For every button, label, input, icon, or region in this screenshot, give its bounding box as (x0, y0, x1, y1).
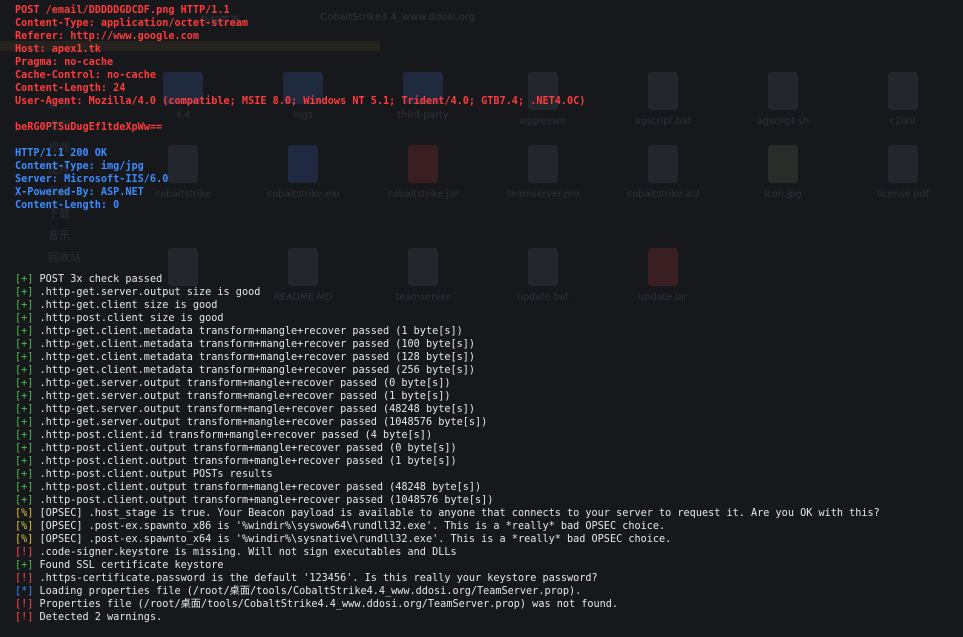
status-tag: [+] (15, 352, 34, 363)
status-tag: [+] (15, 456, 34, 467)
result-text: [OPSEC] .post-ex.spawnto_x86 is '%windir… (33, 521, 666, 532)
check-result-line: [+] .http-get.client.metadata transform+… (15, 364, 475, 377)
check-result-line: [+] .http-post.client.id transform+mangl… (15, 429, 432, 442)
status-tag: [+] (15, 560, 34, 571)
result-text: Properties file (/root/桌面/tools/CobaltSt… (33, 599, 619, 610)
result-text: .http-get.server.output transform+mangle… (33, 404, 476, 415)
status-tag: [+] (15, 313, 34, 324)
http-response-line: Content-Length: 0 (15, 200, 120, 211)
result-text: .http-get.server.output transform+mangle… (33, 378, 451, 389)
http-request-line: POST /email/DDDDDGDCDF.png HTTP/1.1 (15, 5, 230, 16)
check-result-line: [+] .http-get.server.output transform+ma… (15, 390, 450, 403)
status-tag: [+] (15, 274, 34, 285)
result-text: Found SSL certificate keystore (33, 560, 224, 571)
result-text: .http-get.client.metadata transform+mang… (33, 326, 463, 337)
http-response-line: Server: Microsoft-IIS/6.0 (15, 174, 169, 185)
status-tag: [!] (15, 573, 34, 584)
status-tag: [!] (15, 612, 34, 623)
result-text: Loading properties file (/root/桌面/tools/… (33, 586, 582, 597)
result-text: .http-get.client.metadata transform+mang… (33, 352, 476, 363)
status-tag: [+] (15, 339, 34, 350)
result-text: .http-get.client size is good (33, 300, 218, 311)
status-tag: [*] (15, 586, 34, 597)
http-request-line: Content-Type: application/octet-stream (15, 18, 249, 29)
check-result-line: [+] .http-post.client.output transform+m… (15, 481, 481, 494)
status-tag: [+] (15, 417, 34, 428)
check-result-line: [+] .http-post.client.output POSTs resul… (15, 468, 273, 481)
status-tag: [+] (15, 482, 34, 493)
status-tag: [!] (15, 547, 34, 558)
status-tag: [+] (15, 469, 34, 480)
http-response-line: Content-Type: img/jpg (15, 161, 144, 172)
result-text: .code-signer.keystore is missing. Will n… (33, 547, 457, 558)
result-text: .http-get.server.output transform+mangle… (33, 417, 488, 428)
check-result-line: [%] [OPSEC] .host_stage is true. Your Be… (15, 507, 880, 520)
check-result-line: [+] .http-get.server.output size is good (15, 286, 260, 299)
status-tag: [+] (15, 365, 34, 376)
check-result-line: [!] Detected 2 warnings. (15, 611, 162, 624)
result-text: .http-post.client size is good (33, 313, 224, 324)
status-tag: [+] (15, 326, 34, 337)
check-result-line: [*] Loading properties file (/root/桌面/to… (15, 585, 581, 598)
result-text: .http-post.client.output transform+mangl… (33, 482, 482, 493)
http-response-line: HTTP/1.1 200 OK (15, 148, 108, 159)
status-tag: [%] (15, 508, 34, 519)
check-result-line: [+] .http-get.server.output transform+ma… (15, 377, 450, 390)
result-text: Detected 2 warnings. (33, 612, 163, 623)
check-result-line: [!] .code-signer.keystore is missing. Wi… (15, 546, 457, 559)
status-tag: [+] (15, 300, 34, 311)
result-text: .http-post.client.id transform+mangle+re… (33, 430, 433, 441)
result-text: .http-post.client.output transform+mangl… (33, 443, 457, 454)
result-text: [OPSEC] .host_stage is true. Your Beacon… (33, 508, 880, 519)
http-request-line: Content-Length: 24 (15, 83, 126, 94)
http-request-body: beRG0PTSuDugEf1tdeXpWw== (15, 122, 163, 133)
check-result-line: [!] Properties file (/root/桌面/tools/Coba… (15, 598, 618, 611)
check-result-line: [+] Found SSL certificate keystore (15, 559, 224, 572)
result-text: [OPSEC] .post-ex.spawnto_x64 is '%windir… (33, 534, 672, 545)
check-result-line: [+] .http-post.client size is good (15, 312, 224, 325)
check-result-line: [%] [OPSEC] .post-ex.spawnto_x64 is '%wi… (15, 533, 671, 546)
http-request-line: Referer: http://www.google.com (15, 31, 200, 42)
result-text: .http-post.client.output transform+mangl… (33, 456, 457, 467)
result-text: .http-get.client.metadata transform+mang… (33, 365, 476, 376)
http-request-line: Pragma: no-cache (15, 57, 114, 68)
status-tag: [+] (15, 443, 34, 454)
check-result-line: [+] .http-get.client.metadata transform+… (15, 338, 475, 351)
status-tag: [+] (15, 378, 34, 389)
result-text: .http-get.client.metadata transform+mang… (33, 339, 476, 350)
http-request-line: Host: apex1.tk (15, 44, 101, 55)
result-text: .http-post.client.output POSTs results (33, 469, 273, 480)
check-result-line: [!] .https-certificate.password is the d… (15, 572, 598, 585)
status-tag: [+] (15, 391, 34, 402)
status-tag: [+] (15, 287, 34, 298)
terminal-output: POST /email/DDDDDGDCDF.png HTTP/1.1 Conte… (0, 0, 963, 637)
result-text: .https-certificate.password is the defau… (33, 573, 598, 584)
check-result-line: [+] .http-get.client.metadata transform+… (15, 325, 463, 338)
check-result-line: [+] .http-get.server.output transform+ma… (15, 416, 487, 429)
result-text: .http-get.server.output size is good (33, 287, 261, 298)
check-result-line: [+] .http-get.server.output transform+ma… (15, 403, 475, 416)
result-text: POST 3x check passed (33, 274, 163, 285)
status-tag: [+] (15, 430, 34, 441)
status-tag: [+] (15, 404, 34, 415)
status-tag: [%] (15, 521, 34, 532)
http-response-line: X-Powered-By: ASP.NET (15, 187, 144, 198)
status-tag: [!] (15, 599, 34, 610)
status-tag: [%] (15, 534, 34, 545)
check-result-line: [+] POST 3x check passed (15, 273, 162, 286)
check-result-line: [+] .http-get.client size is good (15, 299, 217, 312)
status-tag: [+] (15, 495, 34, 506)
check-result-line: [+] .http-post.client.output transform+m… (15, 455, 457, 468)
result-text: .http-get.server.output transform+mangle… (33, 391, 451, 402)
result-text: .http-post.client.output transform+mangl… (33, 495, 494, 506)
http-request-line: User-Agent: Mozilla/4.0 (compatible; MSI… (15, 96, 586, 107)
check-result-line: [+] .http-get.client.metadata transform+… (15, 351, 475, 364)
check-result-line: [%] [OPSEC] .post-ex.spawnto_x86 is '%wi… (15, 520, 665, 533)
check-result-line: [+] .http-post.client.output transform+m… (15, 442, 457, 455)
check-result-line: [+] .http-post.client.output transform+m… (15, 494, 493, 507)
http-request-line: Cache-Control: no-cache (15, 70, 157, 81)
